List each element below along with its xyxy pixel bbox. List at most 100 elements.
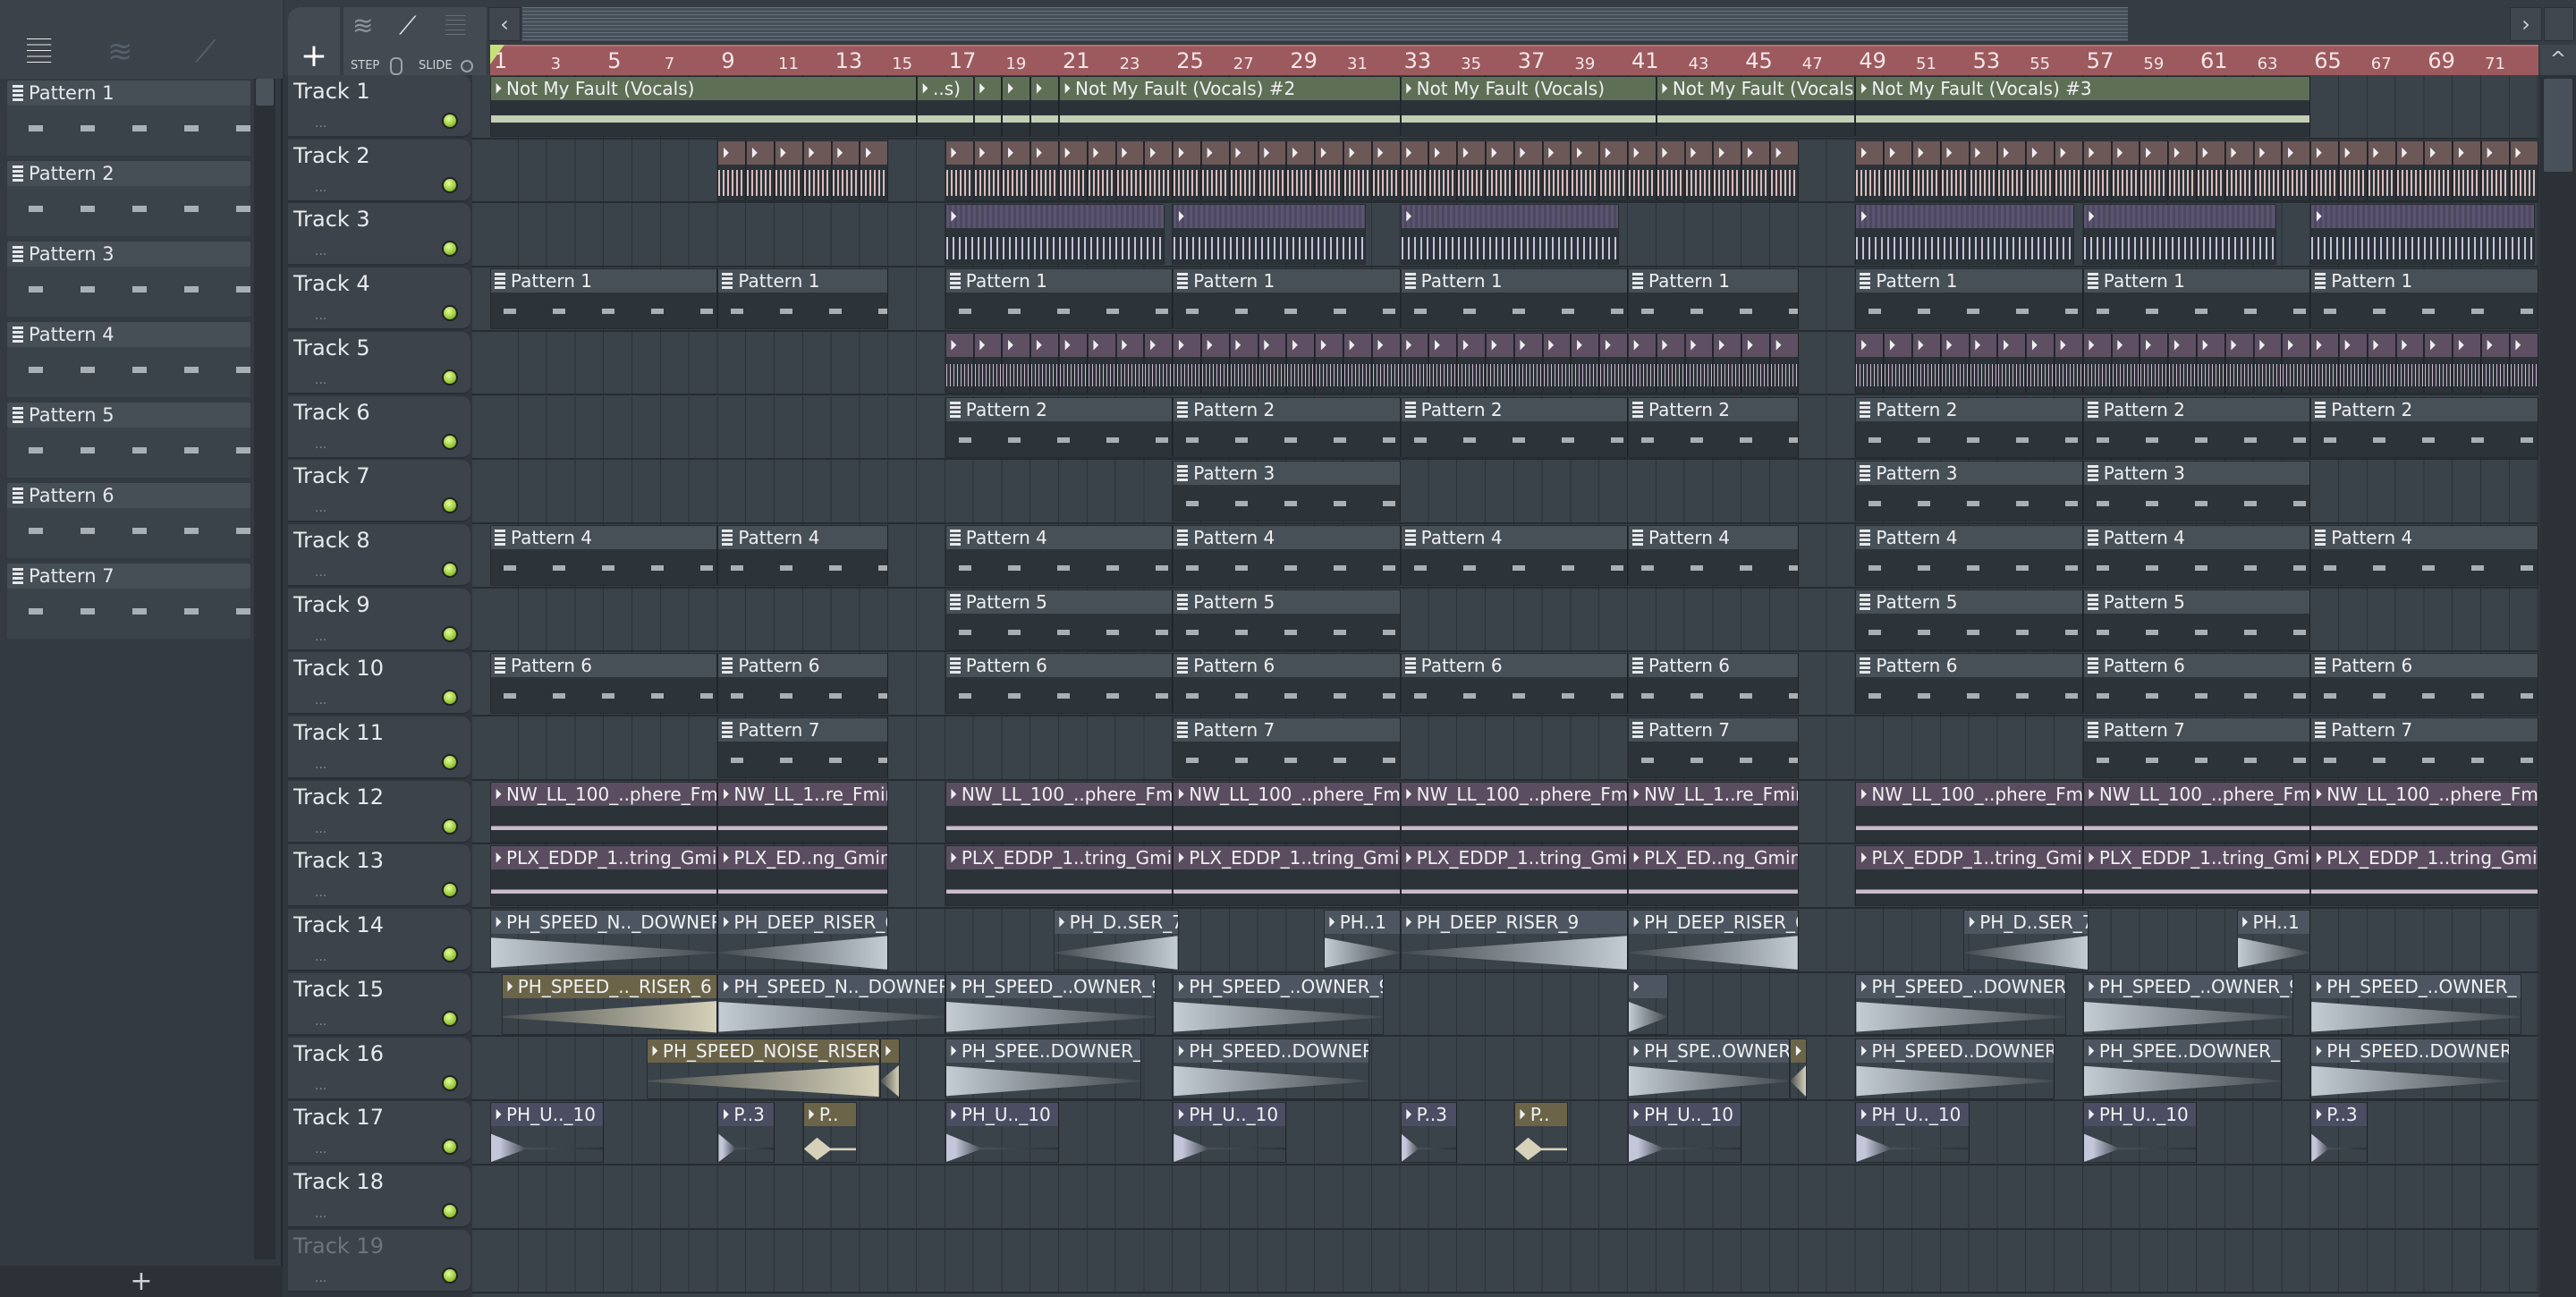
audio-clip[interactable]: ⏵ bbox=[1684, 332, 1714, 394]
clip-header[interactable]: ⏵ bbox=[2510, 333, 2538, 357]
clip-header[interactable]: ⏵ bbox=[1174, 205, 1366, 229]
audio-clip[interactable]: ⏵ bbox=[2282, 332, 2311, 394]
pattern-clip[interactable]: Pattern 1 bbox=[717, 268, 889, 330]
clip-header[interactable]: Pattern 4 bbox=[2311, 525, 2538, 549]
audio-clip[interactable]: ⏵ PLX_EDDP_1..tring_Gmin bbox=[2082, 845, 2311, 907]
clip-header[interactable]: Pattern 6 bbox=[1174, 654, 1400, 678]
clip-header[interactable]: ⏵ bbox=[1031, 77, 1058, 100]
track-lane[interactable]: Pattern 6 Pattern 6 Pattern 6 Pattern 6 Patt… bbox=[472, 652, 2538, 716]
clip-header[interactable]: Pattern 2 bbox=[1629, 397, 1798, 421]
track-mute-led[interactable] bbox=[442, 561, 458, 578]
audio-clip[interactable]: ⏵ NW_LL_100_..phere_Fmin bbox=[1400, 781, 1628, 843]
pattern-clip[interactable]: Pattern 6 bbox=[1400, 653, 1628, 715]
track-lane[interactable]: ⏵ PLX_EDDP_1..tring_Gmin ⏵ PLX_ED..ng_Gmin ⏵… bbox=[472, 844, 2538, 910]
scroll-up-button[interactable]: ^ bbox=[2540, 45, 2576, 75]
clip-header[interactable]: ⏵ bbox=[2112, 140, 2140, 165]
track-options[interactable]: ... bbox=[315, 309, 326, 323]
audio-clip[interactable]: ⏵ bbox=[1599, 332, 1628, 394]
audio-clip[interactable]: ⏵ PLX_EDDP_1..tring_Gmin bbox=[490, 845, 718, 907]
clip-header[interactable]: Pattern 6 bbox=[1401, 654, 1627, 678]
track-mute-led[interactable] bbox=[442, 176, 458, 193]
audio-clip[interactable]: ⏵ NW_LL_1..re_Fmin bbox=[717, 781, 889, 843]
audio-clip[interactable]: ⏵ bbox=[2168, 140, 2197, 201]
clip-header[interactable]: ⏵ bbox=[2453, 140, 2480, 165]
piano-roll-icon[interactable]: 𝄚 bbox=[27, 34, 51, 70]
audio-clip[interactable]: ⏵PH_SPEED..DOWNER_3 bbox=[2310, 1038, 2510, 1099]
audio-clip[interactable]: ⏵ PH_U.._10 bbox=[490, 1102, 605, 1164]
audio-clip[interactable]: ⏵ P..3 bbox=[2310, 1102, 2368, 1164]
clip-header[interactable]: ⏵ bbox=[1174, 333, 1200, 357]
audio-clip[interactable]: ⏵ bbox=[1628, 973, 1668, 1035]
pattern-clip[interactable]: Pattern 4 bbox=[1400, 524, 1628, 586]
audio-clip[interactable]: ⏵ bbox=[2310, 204, 2536, 266]
track-options[interactable]: ... bbox=[315, 244, 326, 259]
clip-header[interactable]: Pattern 4 bbox=[2083, 525, 2310, 549]
pattern-clip[interactable]: Pattern 5 bbox=[1173, 589, 1401, 650]
pattern-header[interactable]: Pattern 7 bbox=[7, 564, 250, 589]
audio-clip[interactable]: ⏵ P..3 bbox=[717, 1102, 775, 1164]
audio-clip[interactable]: ⏵ bbox=[1059, 140, 1088, 201]
clip-header[interactable]: Pattern 2 bbox=[1856, 397, 2082, 421]
audio-clip[interactable]: ⏵ bbox=[1713, 140, 1742, 201]
clip-header[interactable]: ⏵ P..3 bbox=[1401, 1103, 1457, 1127]
audio-clip[interactable]: ⏵ bbox=[2339, 140, 2368, 201]
pattern-header[interactable]: Pattern 4 bbox=[7, 322, 250, 347]
clip-header[interactable]: ⏵ bbox=[1401, 333, 1428, 357]
clip-header[interactable]: Pattern 4 bbox=[1401, 525, 1627, 549]
slide-toggle[interactable] bbox=[461, 60, 473, 72]
audio-clip[interactable]: ⏵ bbox=[1542, 332, 1572, 394]
clip-header[interactable]: ⏵ PH_U.._10 bbox=[1629, 1103, 1741, 1127]
clip-header[interactable]: ⏵ bbox=[2169, 333, 2196, 357]
overview-menu-button[interactable] bbox=[2544, 7, 2574, 41]
clip-header[interactable]: ⏵ bbox=[1742, 140, 1769, 165]
clip-header[interactable]: ⏵ bbox=[2254, 333, 2282, 357]
audio-clip-icon[interactable]: ≋ bbox=[107, 34, 133, 70]
track-options[interactable]: ... bbox=[315, 886, 326, 900]
clip-header[interactable]: ⏵ NW_LL_100_..phere_Fmin bbox=[2083, 782, 2310, 806]
clip-header[interactable]: ⏵ bbox=[1941, 140, 1969, 165]
audio-clip[interactable]: ⏵ Not My Fault (Vocals) bbox=[1400, 76, 1657, 137]
track-options[interactable]: ... bbox=[315, 822, 326, 836]
clip-header[interactable]: Pattern 1 bbox=[945, 269, 1173, 293]
clip-header[interactable]: ⏵ PLX_EDDP_1..tring_Gmin bbox=[1401, 846, 1627, 870]
clip-header[interactable]: ⏵ bbox=[974, 333, 1002, 357]
clip-header[interactable]: ⏵ bbox=[2368, 333, 2395, 357]
audio-clip[interactable]: ⏵ bbox=[2140, 332, 2169, 394]
clip-header[interactable]: ⏵ P.. bbox=[1514, 1103, 1568, 1127]
clip-header[interactable]: ⏵ bbox=[2198, 140, 2224, 165]
audio-clip[interactable]: ⏵ PH_SPEED_NOISE_RISER_8 bbox=[646, 1038, 880, 1099]
track-mute-led[interactable] bbox=[442, 818, 458, 835]
audio-clip[interactable]: ⏵ Not My Fault (Vocals) bbox=[1656, 76, 1856, 137]
pattern-clip[interactable]: Pattern 1 bbox=[2310, 268, 2538, 330]
track-mute-led[interactable] bbox=[442, 1139, 458, 1156]
clip-header[interactable]: ⏵ PH_U.._10 bbox=[491, 1103, 604, 1127]
add-pattern-button[interactable]: + bbox=[0, 1266, 283, 1297]
clip-header[interactable]: ⏵ bbox=[1372, 333, 1400, 357]
clip-header[interactable]: ⏵ NW_LL_100_..phere_Fmin bbox=[1856, 782, 2082, 806]
clip-header[interactable]: ⏵ NW_LL_1..re_Fmin bbox=[1629, 782, 1798, 806]
audio-clip[interactable]: ⏵ bbox=[1087, 140, 1116, 201]
clip-header[interactable]: Pattern 6 bbox=[2311, 654, 2538, 678]
audio-clip[interactable]: ⏵ bbox=[1684, 140, 1714, 201]
audio-clip[interactable]: ⏵ bbox=[2395, 140, 2425, 201]
clip-header[interactable]: ⏵ bbox=[2311, 205, 2535, 229]
audio-clip[interactable]: ⏵ bbox=[746, 140, 775, 201]
clip-header[interactable]: ⏵ bbox=[1714, 140, 1741, 165]
clip-header[interactable]: ⏵ PH_SPEED_..OWNER_9 bbox=[945, 974, 1156, 998]
audio-clip[interactable]: ⏵ bbox=[2339, 332, 2368, 394]
audio-clip[interactable]: ⏵ bbox=[1087, 332, 1116, 394]
pattern-clip[interactable]: Pattern 3 bbox=[1173, 461, 1401, 522]
audio-clip[interactable]: ⏵ PH_D..SER_7 bbox=[1963, 910, 2089, 971]
audio-clip[interactable]: ⏵ bbox=[1002, 76, 1031, 137]
audio-clip[interactable]: ⏵ bbox=[1770, 140, 1799, 201]
track-lane[interactable] bbox=[472, 1229, 2538, 1294]
audio-clip[interactable]: ⏵ bbox=[2367, 332, 2396, 394]
clip-header[interactable]: ⏵ ..s) bbox=[918, 77, 973, 100]
track-header[interactable]: Track 18... bbox=[288, 1165, 470, 1228]
automation-icon[interactable]: ⟋ bbox=[195, 34, 216, 70]
audio-clip[interactable]: ⏵ bbox=[1790, 1038, 1808, 1099]
track-header[interactable]: Track 6... bbox=[288, 395, 470, 459]
audio-clip[interactable]: ⏵ bbox=[1144, 140, 1174, 201]
clip-header[interactable]: ⏵ bbox=[1998, 333, 2026, 357]
pattern-clip[interactable]: Pattern 6 bbox=[490, 653, 718, 715]
